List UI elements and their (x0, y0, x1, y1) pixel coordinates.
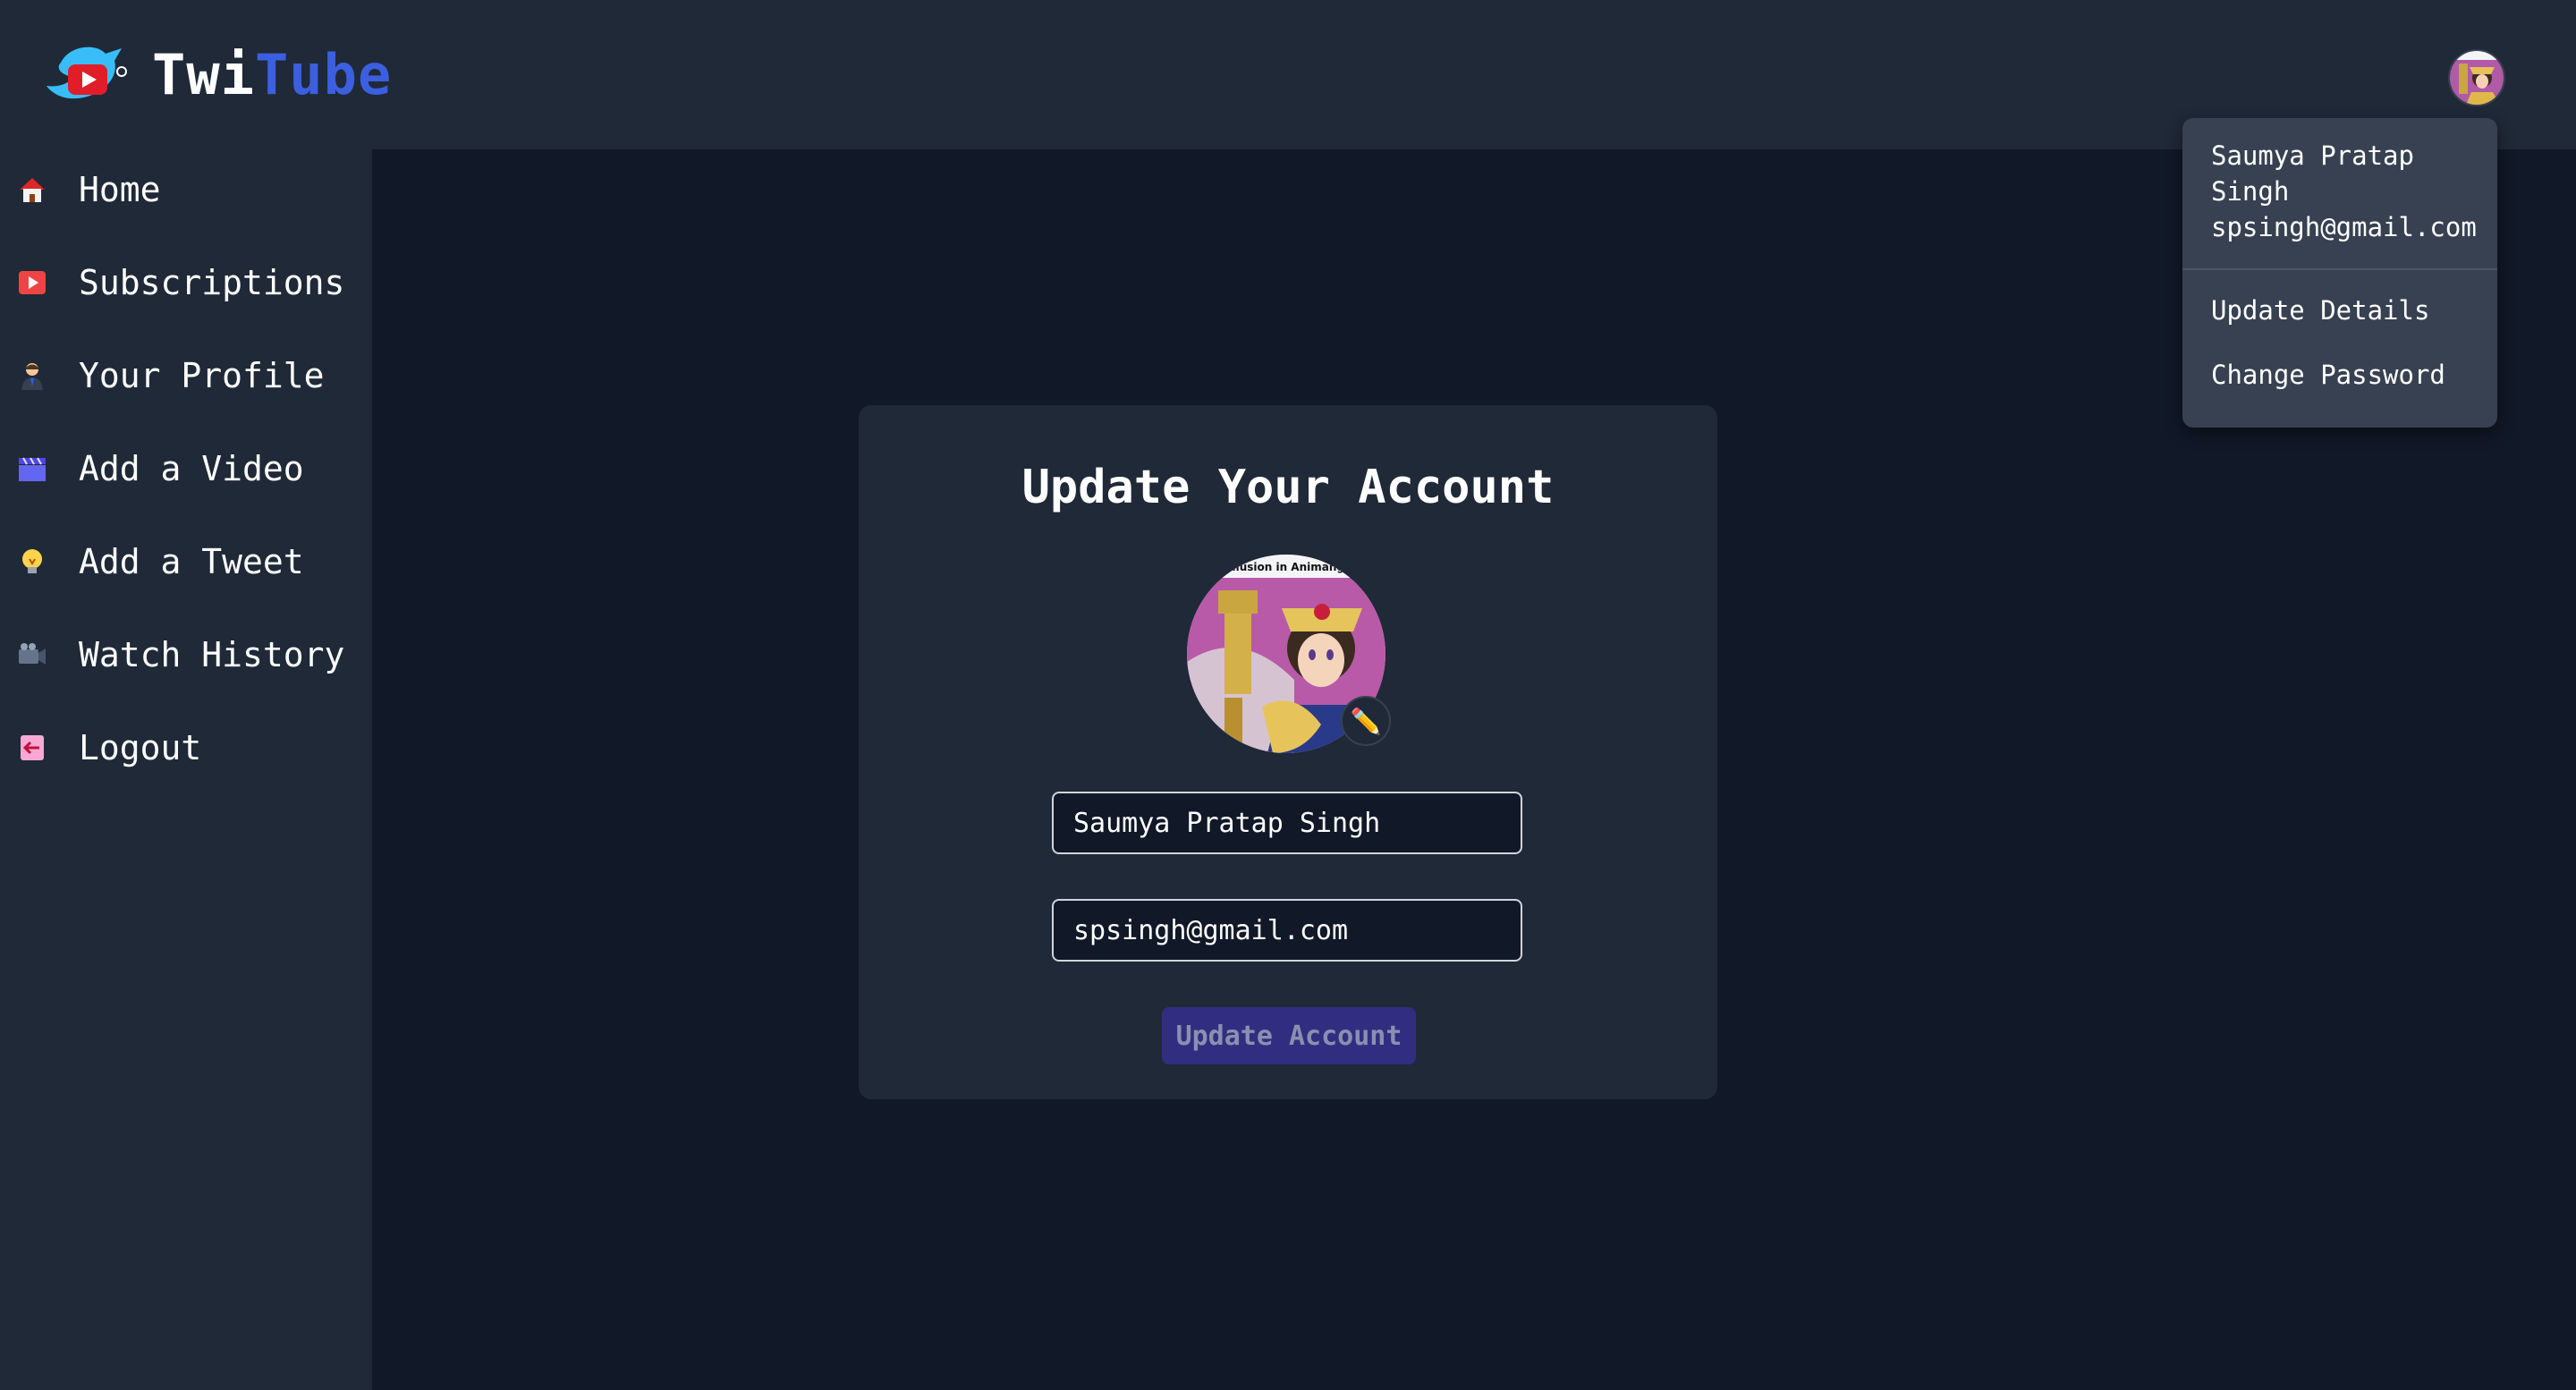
twitube-logo-icon (47, 47, 127, 99)
sidebar-item-label: Subscriptions (79, 263, 345, 302)
video-camera-icon (16, 639, 48, 671)
sidebar-item-label: Add a Video (79, 449, 304, 488)
dropdown-user-name: Saumya Pratap Singh (2211, 140, 2414, 207)
sidebar-item-your-profile[interactable]: Your Profile (0, 335, 372, 416)
update-account-button[interactable]: Update Account (1162, 1007, 1416, 1064)
brand-name: TwiTube (152, 42, 392, 107)
user-dropdown-menu: Saumya Pratap Singh spsingh@gmail.com Up… (2182, 118, 2497, 428)
logo[interactable]: TwiTube (43, 36, 392, 113)
play-button-icon (16, 267, 48, 299)
sidebar-item-add-tweet[interactable]: Add a Tweet (0, 521, 372, 602)
sidebar-item-home[interactable]: Home (0, 149, 372, 230)
dropdown-user-info: Saumya Pratap Singh spsingh@gmail.com (2211, 138, 2488, 245)
brand-part-1: Twi (152, 41, 255, 107)
logout-arrow-icon (16, 732, 48, 764)
clapperboard-icon (16, 453, 48, 485)
pencil-icon: ✏️ (1350, 706, 1382, 736)
change-password-menu-item[interactable]: Change Password (2211, 360, 2445, 390)
avatar-caption: Illusion in Animang (1228, 561, 1344, 573)
sidebar-item-logout[interactable]: Logout (0, 708, 372, 788)
sidebar: Home Subscriptions Your Profile Add a Vi… (0, 149, 372, 1390)
user-avatar-button[interactable] (2448, 49, 2505, 106)
dropdown-divider (2182, 268, 2497, 270)
house-icon (16, 174, 48, 206)
dropdown-user-email: spsingh@gmail.com (2211, 212, 2477, 242)
update-details-menu-item[interactable]: Update Details (2211, 295, 2429, 326)
edit-avatar-button[interactable]: ✏️ (1341, 696, 1391, 746)
sidebar-item-watch-history[interactable]: Watch History (0, 614, 372, 695)
sidebar-item-subscriptions[interactable]: Subscriptions (0, 242, 372, 323)
page-title: Update Your Account (1021, 461, 1555, 514)
sidebar-item-add-video[interactable]: Add a Video (0, 428, 372, 509)
brand-part-2: Tube (254, 41, 393, 107)
sidebar-item-label: Logout (79, 728, 202, 767)
email-field[interactable] (1052, 899, 1522, 962)
sidebar-item-label: Your Profile (79, 356, 325, 395)
sidebar-item-label: Home (79, 170, 161, 209)
avatar-image (2450, 51, 2504, 105)
fullname-field[interactable] (1052, 792, 1522, 854)
sidebar-item-label: Add a Tweet (79, 542, 304, 581)
sidebar-item-label: Watch History (79, 635, 345, 674)
lightbulb-icon (16, 546, 48, 578)
update-account-card: Update Your Account Illusion in Animang … (859, 405, 1717, 1099)
person-icon (16, 360, 48, 392)
